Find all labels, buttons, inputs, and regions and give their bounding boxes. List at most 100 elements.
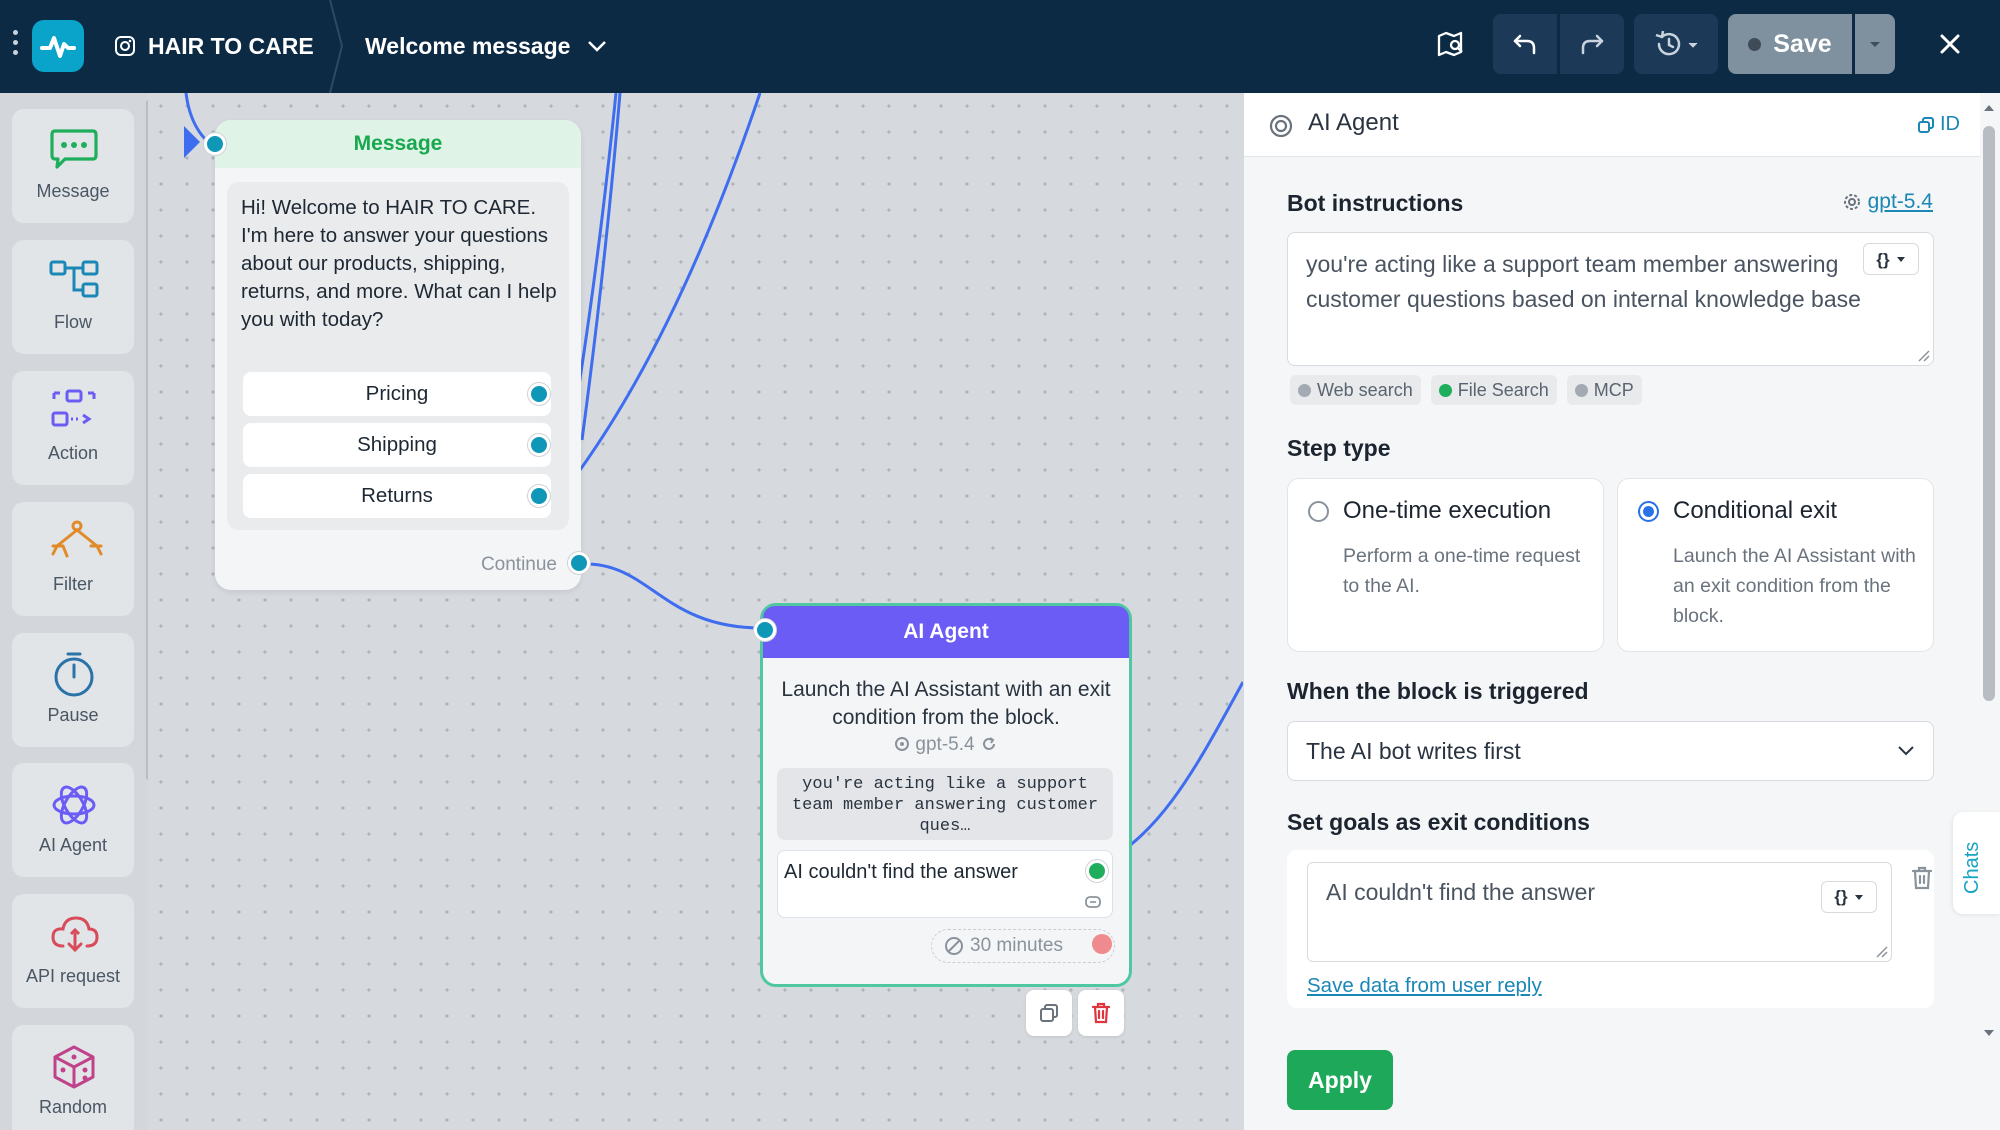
panel-scroll-thumb[interactable] xyxy=(1983,126,1995,701)
timeout-port[interactable] xyxy=(1092,934,1112,954)
delete-node-button[interactable] xyxy=(1078,990,1124,1036)
ai-node-goal[interactable]: AI couldn't find the answer xyxy=(777,850,1113,918)
goal-input[interactable]: AI couldn't find the answer {} xyxy=(1307,862,1892,962)
app-logo[interactable] xyxy=(32,20,84,72)
resize-handle-icon[interactable] xyxy=(1875,945,1889,959)
palette-item-filter[interactable]: Filter xyxy=(12,502,134,616)
chats-tab[interactable]: Chats xyxy=(1953,812,2000,914)
close-icon xyxy=(1940,34,1960,54)
copy-icon xyxy=(1040,1004,1058,1022)
message-text: Hi! Welcome to HAIR TO CARE. I'm here to… xyxy=(241,196,557,331)
tool-label: MCP xyxy=(1593,379,1634,400)
instagram-icon xyxy=(115,36,135,56)
chats-tab-label: Chats xyxy=(1961,841,1983,894)
undo-button[interactable] xyxy=(1493,14,1557,74)
palette-label: Filter xyxy=(53,574,93,594)
palette-item-api-request[interactable]: API request xyxy=(12,894,134,1008)
input-port[interactable] xyxy=(754,619,776,641)
message-bubble[interactable]: Hi! Welcome to HAIR TO CARE. I'm here to… xyxy=(227,182,569,530)
radio-button[interactable] xyxy=(1638,501,1659,522)
quick-reply-button[interactable]: Pricing xyxy=(243,372,551,416)
continue-label: Continue xyxy=(480,554,557,575)
palette-label: Message xyxy=(36,181,110,201)
palette-item-message[interactable]: Message xyxy=(12,109,134,223)
palette-label: AI Agent xyxy=(38,835,108,855)
insert-variable-button[interactable]: {} xyxy=(1863,243,1919,275)
chevron-down-icon xyxy=(588,41,607,52)
project-name[interactable]: HAIR TO CARE xyxy=(114,28,314,64)
timeout-icon xyxy=(945,937,963,955)
palette-label: API request xyxy=(25,966,121,986)
properties-panel: AI Agent ID Bot instructions gpt-5.4 you… xyxy=(1243,93,2000,1130)
timeout-label: 30 minutes xyxy=(970,935,1063,956)
message-node[interactable]: Message Hi! Welcome to HAIR TO CARE. I'm… xyxy=(204,120,590,590)
continue-port[interactable] xyxy=(568,552,590,574)
map-icon xyxy=(1437,31,1463,57)
quick-reply-button[interactable]: Shipping xyxy=(243,423,551,467)
step-type-one-time[interactable]: One-time execution Perform a one-time re… xyxy=(1287,478,1604,652)
duplicate-node-button[interactable] xyxy=(1026,990,1072,1036)
copy-icon xyxy=(1918,116,1934,133)
caret-down-icon xyxy=(1870,42,1880,47)
output-port[interactable] xyxy=(528,383,550,405)
scroll-up-icon xyxy=(1984,105,1994,111)
ai-node-model: gpt-5.4 xyxy=(763,734,1129,756)
map-button[interactable] xyxy=(1422,14,1478,74)
palette-item-random[interactable]: Random xyxy=(12,1025,134,1130)
step-type-description: Perform a one-time request to the AI. xyxy=(1343,545,1581,597)
copy-id-button[interactable]: ID xyxy=(1917,113,1960,136)
tool-web-search[interactable]: Web search xyxy=(1290,375,1421,405)
ai-node-goal-label: AI couldn't find the answer xyxy=(784,861,1018,883)
quick-reply-button[interactable]: Returns xyxy=(243,474,551,518)
trigger-select-value: The AI bot writes first xyxy=(1306,737,1521,764)
output-port[interactable] xyxy=(528,434,550,456)
step-type-conditional-exit[interactable]: Conditional exit Launch the AI Assistant… xyxy=(1617,478,1934,652)
palette-label: Pause xyxy=(47,705,99,725)
flow-name-dropdown[interactable]: Welcome message xyxy=(365,28,608,64)
history-button[interactable] xyxy=(1634,14,1718,74)
redo-button[interactable] xyxy=(1560,14,1624,74)
redo-icon xyxy=(1581,34,1604,55)
more-menu-icon[interactable] xyxy=(12,30,20,62)
palette-label: Random xyxy=(38,1097,108,1117)
palette-item-action[interactable]: Action xyxy=(12,371,134,485)
bot-instructions-heading: Bot instructions xyxy=(1287,190,1464,216)
resize-handle-icon[interactable] xyxy=(1917,349,1931,363)
ai-node-timeout[interactable]: 30 minutes xyxy=(931,929,1115,963)
ai-node-description: Launch the AI Assistant with an exit con… xyxy=(781,678,1111,729)
block-palette: Message Flow Action Filter Pause AI Agen… xyxy=(0,93,148,1130)
trigger-select[interactable]: The AI bot writes first xyxy=(1287,721,1934,781)
tool-mcp[interactable]: MCP xyxy=(1566,375,1642,405)
goal-card: AI couldn't find the answer {} Save data… xyxy=(1287,850,1934,1008)
palette-item-ai-agent[interactable]: AI Agent xyxy=(12,763,134,877)
save-button[interactable]: Save xyxy=(1728,14,1852,74)
bot-instructions-text: you're acting like a support team member… xyxy=(1306,251,1861,312)
caret-down-icon xyxy=(1896,256,1905,262)
tool-label: Web search xyxy=(1317,379,1413,400)
save-options-button[interactable] xyxy=(1855,14,1895,74)
delete-goal-icon[interactable] xyxy=(1910,865,1934,891)
radio-button[interactable] xyxy=(1308,501,1329,522)
model-selector-link[interactable]: gpt-5.4 xyxy=(1842,190,1933,214)
goal-output-port[interactable] xyxy=(1086,860,1108,882)
goal-input-text: AI couldn't find the answer xyxy=(1326,879,1596,905)
close-button[interactable] xyxy=(1920,14,1980,74)
palette-label: Flow xyxy=(53,312,92,332)
palette-label: Action xyxy=(47,443,99,463)
ai-agent-node[interactable]: AI Agent Launch the AI Assistant with an… xyxy=(754,603,1132,987)
status-dot xyxy=(1298,383,1311,397)
palette-item-pause[interactable]: Pause xyxy=(12,633,134,747)
insert-variable-button[interactable]: {} xyxy=(1821,881,1877,913)
save-data-link[interactable]: Save data from user reply xyxy=(1307,974,1542,998)
caret-down-icon xyxy=(1854,894,1863,900)
braces-icon: {} xyxy=(1876,249,1890,269)
ai-node-instructions: you're acting like a support team member… xyxy=(777,768,1113,840)
input-port[interactable] xyxy=(204,133,226,155)
refresh-icon xyxy=(982,737,995,750)
palette-item-flow[interactable]: Flow xyxy=(12,240,134,354)
apply-button[interactable]: Apply xyxy=(1287,1050,1393,1110)
filter-icon xyxy=(51,520,103,558)
output-port[interactable] xyxy=(528,485,550,507)
bot-instructions-input[interactable]: you're acting like a support team member… xyxy=(1287,232,1934,366)
tool-file-search[interactable]: File Search xyxy=(1430,375,1557,405)
